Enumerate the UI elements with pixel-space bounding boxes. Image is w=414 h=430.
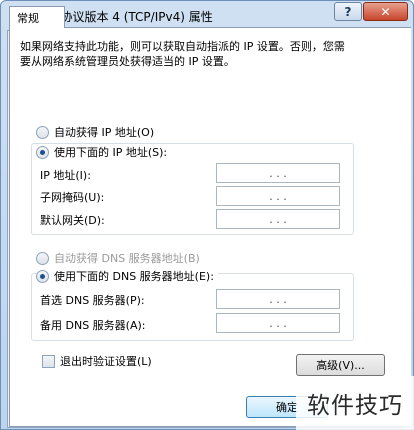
auto-ip-radio[interactable]: 自动获得 IP 地址(O) xyxy=(36,124,154,140)
alternate-dns-label: 备用 DNS 服务器(A): xyxy=(40,319,146,332)
ip-address-field[interactable]: . . . xyxy=(216,163,340,183)
radio-icon xyxy=(36,251,49,265)
manual-dns-radio[interactable]: 使用下面的 DNS 服务器地址(E): xyxy=(36,268,218,284)
validate-settings-checkbox[interactable]: 退出时验证设置(L) xyxy=(42,353,152,369)
alternate-dns-field[interactable]: . . . xyxy=(216,313,340,333)
manual-ip-radio[interactable]: 使用下面的 IP 地址(S): xyxy=(36,144,172,160)
radio-checked-icon xyxy=(36,269,49,283)
description-text: 如果网络支持此功能，则可以获取自动指派的 IP 设置。否则，您需要从网络系统管理… xyxy=(20,40,345,68)
advanced-button[interactable]: 高级(V)... xyxy=(296,354,385,376)
default-gateway-label: 默认网关(D): xyxy=(40,214,105,227)
ip-address-label: IP 地址(I): xyxy=(40,169,91,182)
radio-checked-icon xyxy=(36,145,49,159)
auto-dns-label: 自动获得 DNS 服务器地址(B) xyxy=(54,252,200,265)
manual-ip-label: 使用下面的 IP 地址(S): xyxy=(54,146,168,159)
preferred-dns-field[interactable]: . . . xyxy=(216,289,340,309)
tab-general[interactable]: 常规 xyxy=(9,6,65,28)
watermark-overlay: 软件技巧 xyxy=(296,376,414,430)
checkbox-icon xyxy=(42,354,55,368)
manual-dns-label: 使用下面的 DNS 服务器地址(E): xyxy=(54,270,214,283)
preferred-dns-label: 首选 DNS 服务器(P): xyxy=(40,294,145,307)
default-gateway-field[interactable]: . . . xyxy=(216,209,340,229)
close-button[interactable]: ✕ xyxy=(363,2,408,21)
auto-dns-radio[interactable]: 自动获得 DNS 服务器地址(B) xyxy=(36,250,200,266)
validate-settings-label: 退出时验证设置(L) xyxy=(60,355,152,368)
subnet-mask-label: 子网掩码(U): xyxy=(40,191,105,204)
help-button[interactable]: ? xyxy=(334,2,362,21)
tab-label: 常规 xyxy=(17,11,39,25)
subnet-mask-field[interactable]: . . . xyxy=(216,186,340,206)
radio-icon xyxy=(36,125,49,139)
auto-ip-label: 自动获得 IP 地址(O) xyxy=(54,126,155,139)
